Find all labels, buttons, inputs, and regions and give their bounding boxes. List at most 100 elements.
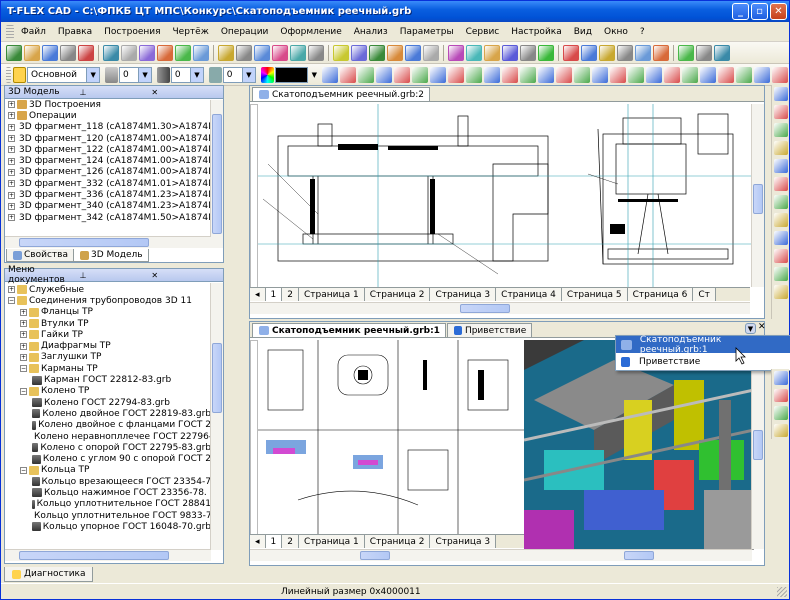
minimize-button[interactable]: _: [732, 3, 749, 20]
expand-icon[interactable]: +: [20, 320, 27, 328]
scroll-thumb[interactable]: [753, 184, 763, 214]
document-scrollbar[interactable]: [210, 283, 223, 550]
scroll-thumb[interactable]: [212, 343, 222, 413]
page-tab[interactable]: 1: [265, 288, 283, 301]
tool-icon[interactable]: [405, 44, 421, 61]
expand-icon[interactable]: −: [20, 365, 27, 373]
tool-icon[interactable]: [678, 44, 694, 61]
model-tree-item[interactable]: +3D Построения: [5, 99, 211, 110]
document-tree-item[interactable]: + Служебные: [5, 284, 211, 295]
expand-icon[interactable]: +: [8, 191, 15, 199]
close-doc-icon[interactable]: ✕: [758, 322, 766, 332]
tool-icon[interactable]: [484, 44, 500, 61]
tool-icon[interactable]: [24, 44, 40, 61]
view-tool-icon[interactable]: [773, 267, 788, 281]
model-tree-item[interactable]: + Операции: [5, 110, 211, 121]
snap-icon[interactable]: [358, 66, 375, 83]
scroll-thumb[interactable]: [360, 551, 390, 560]
tool-icon[interactable]: [103, 44, 119, 61]
document-tree-item[interactable]: Колено двойное ГОСТ 22819-83.grb: [5, 408, 211, 419]
snap-icon[interactable]: [376, 66, 393, 83]
snap-icon[interactable]: [682, 66, 699, 83]
tool-icon[interactable]: [538, 44, 554, 61]
maximize-button[interactable]: ▫: [751, 3, 768, 20]
tool-icon[interactable]: [272, 44, 288, 61]
tool-icon[interactable]: [333, 44, 349, 61]
view-tool-icon[interactable]: [773, 159, 788, 173]
menu-window[interactable]: Окно: [598, 27, 634, 37]
view-tool-icon[interactable]: [773, 388, 788, 402]
tab-drawing-2[interactable]: Скатоподъемник реечный.grb:2: [252, 87, 431, 101]
page-tab[interactable]: 2: [282, 535, 299, 548]
snap-icon[interactable]: [592, 66, 609, 83]
snap-icon[interactable]: [628, 66, 645, 83]
scroll-thumb[interactable]: [624, 551, 654, 560]
tool-icon[interactable]: [254, 44, 270, 61]
layer-combo[interactable]: Основной ▼: [27, 66, 101, 83]
chevron-down-icon[interactable]: ▼: [312, 71, 317, 79]
color-combo[interactable]: [274, 66, 308, 83]
expand-icon[interactable]: −: [20, 387, 27, 395]
expand-icon[interactable]: +: [8, 214, 15, 222]
view-tool-icon[interactable]: [773, 123, 788, 137]
tab-diagnostics[interactable]: Диагностика: [4, 567, 93, 582]
chevron-down-icon[interactable]: ▼: [241, 67, 255, 82]
tool-icon[interactable]: [653, 44, 669, 61]
chevron-down-icon[interactable]: ▼: [86, 67, 100, 82]
snap-icon[interactable]: [394, 66, 411, 83]
document-tree-item[interactable]: − Соединения трубопроводов 3D 11: [5, 295, 211, 306]
expand-icon[interactable]: +: [20, 342, 27, 350]
tool-icon[interactable]: [78, 44, 94, 61]
page-tab[interactable]: Страница 1: [299, 288, 365, 301]
tab-welcome[interactable]: Приветствие: [446, 323, 533, 337]
tab-3d-model[interactable]: 3D Модель: [72, 249, 149, 262]
menu-edit[interactable]: Правка: [52, 27, 98, 37]
view-tool-icon[interactable]: [773, 231, 788, 245]
document-tree-item[interactable]: − Карманы ТР: [5, 363, 211, 374]
scroll-thumb[interactable]: [19, 238, 149, 247]
expand-icon[interactable]: −: [20, 466, 27, 474]
scroll-thumb[interactable]: [753, 430, 763, 460]
snap-icon[interactable]: [466, 66, 483, 83]
tool-icon[interactable]: [236, 44, 252, 61]
tool-icon[interactable]: [466, 44, 482, 61]
model-tree-item[interactable]: +3D фрагмент_332 (сА1874М1.01>А1874М1.0(: [5, 178, 211, 189]
snap-icon[interactable]: [700, 66, 717, 83]
3d-scrollbar[interactable]: [751, 340, 764, 549]
drawing-scrollbar-top[interactable]: [751, 104, 764, 287]
page-tab[interactable]: Страница 1: [299, 535, 365, 548]
tool-icon[interactable]: [369, 44, 385, 61]
expand-icon[interactable]: +: [8, 168, 15, 176]
snap-icon[interactable]: [538, 66, 555, 83]
close-icon[interactable]: ✕: [151, 271, 223, 280]
tool-icon[interactable]: [351, 44, 367, 61]
snap-icon[interactable]: [754, 66, 771, 83]
snap-icon[interactable]: [646, 66, 663, 83]
scroll-thumb[interactable]: [19, 551, 169, 560]
tool-icon[interactable]: [714, 44, 730, 61]
expand-icon[interactable]: +: [8, 112, 15, 120]
snap-icon[interactable]: [502, 66, 519, 83]
document-tree-item[interactable]: Колено с опорой ГОСТ 22795-83.grb: [5, 442, 211, 453]
tool-icon[interactable]: [581, 44, 597, 61]
scroll-thumb[interactable]: [212, 114, 222, 234]
snap-icon[interactable]: [664, 66, 681, 83]
tool-icon[interactable]: [696, 44, 712, 61]
page-tab[interactable]: Страница 5: [561, 288, 628, 301]
snap-icon[interactable]: [448, 66, 465, 83]
pin-icon[interactable]: ⊥: [80, 271, 152, 280]
document-tree-item[interactable]: Кольцо уплотнительное ГОСТ 28841: [5, 499, 211, 510]
document-tree-item[interactable]: Кольцо нажимное ГОСТ 23356-78.: [5, 487, 211, 498]
view-tool-icon[interactable]: [773, 105, 788, 119]
chevron-down-icon[interactable]: ▼: [189, 67, 203, 82]
document-tree-item[interactable]: Колено ГОСТ 22794-83.grb: [5, 397, 211, 408]
menu-annotation[interactable]: Оформление: [274, 27, 347, 37]
expand-icon[interactable]: +: [8, 286, 15, 294]
menu-service[interactable]: Сервис: [460, 27, 506, 37]
snap-icon[interactable]: [430, 66, 447, 83]
model-tree-item[interactable]: +3D фрагмент_122 (сА1874М1.00>А1874М1.0(: [5, 144, 211, 155]
view-tool-icon[interactable]: [773, 213, 788, 227]
tool-icon[interactable]: [423, 44, 439, 61]
page-tab[interactable]: Страница 2: [364, 535, 431, 548]
document-tree-item[interactable]: + Втулки ТР: [5, 318, 211, 329]
